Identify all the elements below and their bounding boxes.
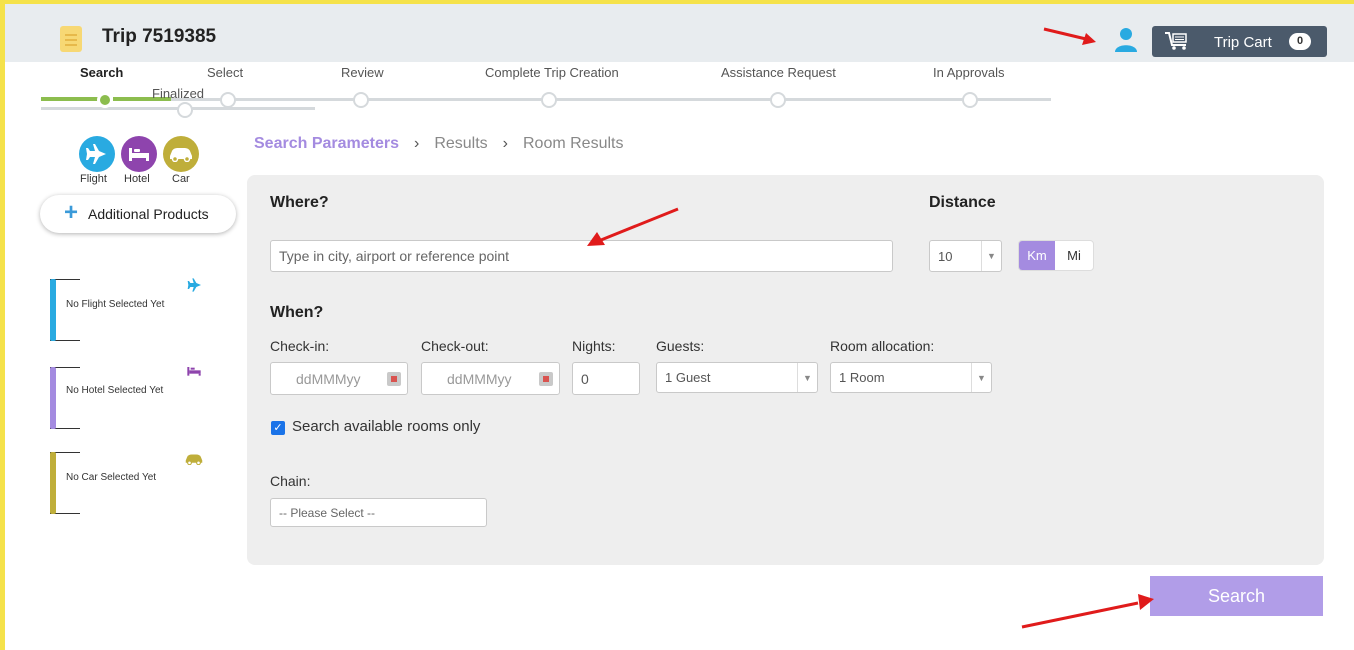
step-dot-approvals[interactable] [962,92,978,108]
flight-product-button[interactable] [79,136,115,172]
annotation-arrow-icon [1043,27,1096,45]
plus-icon: + [64,199,79,226]
guests-label: Guests: [656,338,705,354]
breadcrumb-results[interactable]: Results [434,135,487,152]
calendar-icon[interactable] [539,372,553,386]
car-product-button[interactable] [163,136,199,172]
room-allocation-value: 1 Room [839,370,885,385]
additional-products-label: Additional Products [88,206,209,222]
step-dot-select[interactable] [220,92,236,108]
step-line-done [41,97,99,101]
search-button[interactable]: Search [1150,576,1323,616]
chevron-down-icon: ▼ [971,363,991,392]
guests-value: 1 Guest [665,370,711,385]
checkout-placeholder: ddMMMyy [447,370,512,387]
chevron-down-icon: ▼ [981,241,1001,271]
where-input[interactable]: Type in city, airport or reference point [270,240,893,272]
room-allocation-label: Room allocation: [830,338,935,354]
step-label-search[interactable]: Search [80,65,123,80]
hotel-label: Hotel [124,173,150,185]
checkout-date-input[interactable]: ddMMMyy [421,362,560,395]
chevron-down-icon: ▼ [797,363,817,392]
trip-title: Trip 7519385 [102,26,217,47]
distance-value: 10 [938,248,953,264]
breadcrumb-room-results[interactable]: Room Results [523,135,623,152]
nights-value: 0 [581,370,589,387]
airplane-icon [86,144,106,164]
checkin-placeholder: ddMMMyy [296,370,361,387]
nights-label: Nights: [572,338,616,354]
chain-select[interactable]: -- Please Select -- [270,498,487,527]
chain-placeholder: -- Please Select -- [279,505,376,520]
additional-products-button[interactable]: + Additional Products [40,195,236,233]
when-label: When? [270,304,324,321]
checkin-date-input[interactable]: ddMMMyy [270,362,408,395]
car-icon [185,454,203,465]
where-label: Where? [270,194,329,211]
car-icon [170,148,192,162]
user-icon[interactable] [1113,26,1139,52]
hotel-selection-text: No Hotel Selected Yet [66,385,164,396]
unit-mi-button[interactable]: Mi [1055,241,1093,270]
step-dot-assistance[interactable] [770,92,786,108]
top-header: Trip 7519385 Trip Cart 0 [5,4,1354,62]
checkout-label: Check-out: [421,338,489,354]
guests-select[interactable]: 1 Guest ▼ [656,362,818,393]
car-selection-text: No Car Selected Yet [66,472,157,483]
step-label-assistance[interactable]: Assistance Request [721,65,836,80]
distance-unit-toggle: Km Mi [1018,240,1094,271]
where-input-placeholder: Type in city, airport or reference point [279,248,510,264]
hotel-selection-bar [50,367,56,429]
checkin-label: Check-in: [270,338,330,354]
step-label-complete-trip[interactable]: Complete Trip Creation [485,65,619,80]
breadcrumb-search-parameters[interactable]: Search Parameters [254,135,399,152]
cart-icon [1165,32,1187,50]
available-rooms-checkbox[interactable]: ✓ [271,421,285,435]
step-line [171,98,1051,101]
calendar-icon[interactable] [387,372,401,386]
trip-cart-button[interactable]: Trip Cart 0 [1152,26,1327,57]
bed-icon [187,367,201,376]
step-dot-review[interactable] [353,92,369,108]
hotel-product-button[interactable] [121,136,157,172]
distance-label: Distance [929,194,996,211]
flight-selection-text: No Flight Selected Yet [66,299,165,310]
breadcrumb: Search Parameters › Results › Room Results [254,135,623,153]
annotation-arrow-icon [1021,594,1154,629]
breadcrumb-separator: › [413,135,420,152]
frame-left-border [0,0,5,650]
notepad-icon [60,26,82,52]
annotation-arrow-icon [587,207,679,246]
available-rooms-label: Search available rooms only [292,418,481,435]
airplane-icon [187,278,201,292]
car-label: Car [172,173,190,185]
nights-input[interactable]: 0 [572,362,640,395]
cart-count-badge: 0 [1289,33,1311,50]
room-allocation-select[interactable]: 1 Room ▼ [830,362,992,393]
breadcrumb-separator: › [502,135,508,152]
step-dot-complete-trip[interactable] [541,92,557,108]
step-label-finalized[interactable]: Finalized [152,86,204,101]
flight-selection-bar [50,279,56,341]
step-dot-finalized[interactable] [177,102,193,118]
trip-cart-label: Trip Cart [1214,34,1272,51]
step-dot-search[interactable] [97,92,113,108]
step-label-select[interactable]: Select [207,65,243,80]
car-selection-bar [50,452,56,514]
bed-icon [129,148,149,161]
unit-km-button[interactable]: Km [1019,241,1055,270]
step-label-approvals[interactable]: In Approvals [933,65,1005,80]
distance-select[interactable]: 10 ▼ [929,240,1002,272]
flight-label: Flight [80,173,107,185]
chain-label: Chain: [270,473,311,489]
step-label-review[interactable]: Review [341,65,384,80]
